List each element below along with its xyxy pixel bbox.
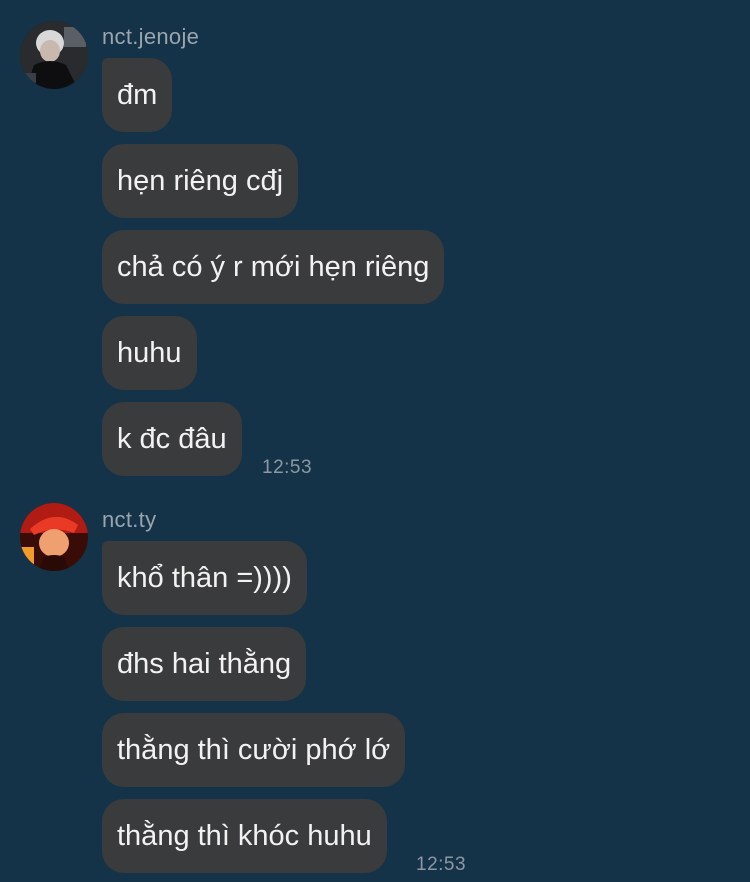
message-bubble[interactable]: thằng thì khóc huhu — [102, 799, 387, 873]
message-bubble[interactable]: hẹn riêng cđj — [102, 144, 299, 218]
message-timestamp: 12:53 — [262, 457, 313, 478]
message-bubble[interactable]: huhu — [102, 316, 197, 390]
sender-username[interactable]: nct.jenoje — [102, 24, 199, 50]
user-avatar-icon — [20, 503, 88, 571]
message-bubble[interactable]: đhs hai thằng — [102, 627, 307, 701]
user-avatar-icon — [20, 21, 88, 89]
avatar-nct-ty[interactable] — [20, 503, 88, 571]
sender-username[interactable]: nct.ty — [102, 507, 156, 533]
message-bubble[interactable]: chả có ý r mới hẹn riêng — [102, 230, 445, 304]
avatar-nct-jenoje[interactable] — [20, 21, 88, 89]
message-bubble[interactable]: thằng thì cười phớ lớ — [102, 713, 406, 787]
message-bubble[interactable]: k đc đâu — [102, 402, 242, 476]
message-timestamp: 12:53 — [416, 854, 467, 875]
message-bubble[interactable]: khổ thân =)))) — [102, 541, 307, 615]
message-bubble[interactable]: đm — [102, 58, 173, 132]
